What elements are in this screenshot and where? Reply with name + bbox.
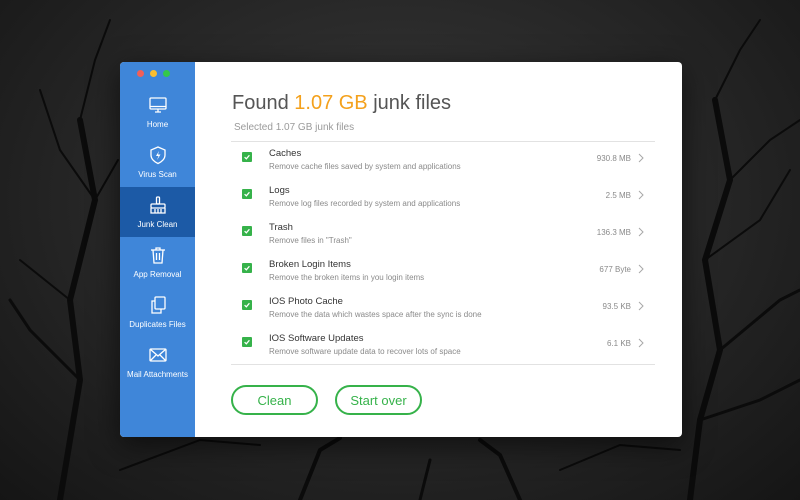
chevron-right-icon[interactable] xyxy=(637,189,645,201)
item-name: Trash xyxy=(269,222,293,233)
selected-summary: Selected 1.07 GB junk files xyxy=(234,122,355,133)
sidebar-item-app-removal[interactable]: App Removal xyxy=(120,237,195,287)
list-item[interactable]: Broken Login Items Remove the broken ite… xyxy=(231,253,655,290)
sidebar-item-duplicates-files[interactable]: Duplicates Files xyxy=(120,287,195,337)
item-name: IOS Photo Cache xyxy=(269,296,343,307)
chevron-right-icon[interactable] xyxy=(637,337,645,349)
close-window-button[interactable] xyxy=(137,70,144,77)
checkmark-icon xyxy=(244,191,250,197)
item-description: Remove the broken items in you login ite… xyxy=(269,273,425,282)
page-title: Found 1.07 GB junk files xyxy=(232,92,451,115)
item-size: 136.3 MB xyxy=(596,228,631,237)
sidebar-item-label: Junk Clean xyxy=(137,220,178,229)
item-name: Logs xyxy=(269,185,290,196)
sidebar-item-label: Virus Scan xyxy=(138,170,177,179)
sidebar-item-label: Home xyxy=(146,120,169,129)
item-size: 2.5 MB xyxy=(605,191,631,200)
shield-icon xyxy=(149,146,166,165)
sidebar-item-label: App Removal xyxy=(133,270,182,279)
checkmark-icon xyxy=(244,302,250,308)
sidebar-item-virus-scan[interactable]: Virus Scan xyxy=(120,137,195,187)
junk-list: Caches Remove cache files saved by syste… xyxy=(231,141,655,365)
title-prefix: Found xyxy=(232,92,295,114)
item-name: IOS Software Updates xyxy=(269,333,364,344)
sidebar-item-label: Mail Attachments xyxy=(127,370,188,379)
item-description: Remove cache files saved by system and a… xyxy=(269,162,461,171)
list-item[interactable]: IOS Photo Cache Remove the data which wa… xyxy=(231,290,655,327)
checkmark-icon xyxy=(244,339,250,345)
sidebar-item-mail-attachments[interactable]: Mail Attachments xyxy=(120,337,195,387)
junk-size-highlight: 1.07 GB xyxy=(294,92,368,114)
item-size: 93.5 KB xyxy=(602,302,631,311)
monitor-icon xyxy=(148,97,167,113)
checkmark-icon xyxy=(244,154,250,160)
item-description: Remove the data which wastes space after… xyxy=(269,310,482,319)
minimize-window-button[interactable] xyxy=(150,70,157,77)
sidebar-item-label: Duplicates Files xyxy=(129,320,186,329)
item-checkbox[interactable] xyxy=(242,189,252,199)
zoom-window-button[interactable] xyxy=(163,70,170,77)
list-item[interactable]: IOS Software Updates Remove software upd… xyxy=(231,327,655,364)
sidebar-item-home[interactable]: Home xyxy=(120,87,195,137)
item-checkbox[interactable] xyxy=(242,300,252,310)
item-description: Remove log files recorded by system and … xyxy=(269,199,461,208)
list-item[interactable]: Logs Remove log files recorded by system… xyxy=(231,179,655,216)
chevron-right-icon[interactable] xyxy=(637,300,645,312)
list-item[interactable]: Trash Remove files in "Trash" 136.3 MB xyxy=(231,216,655,253)
chevron-right-icon[interactable] xyxy=(637,152,645,164)
main-panel: Found 1.07 GB junk files Selected 1.07 G… xyxy=(195,62,682,437)
sidebar-item-junk-clean[interactable]: Junk Clean xyxy=(120,187,195,237)
broom-icon xyxy=(149,196,166,214)
chevron-right-icon[interactable] xyxy=(637,226,645,238)
item-size: 930.8 MB xyxy=(596,154,631,163)
item-size: 6.1 KB xyxy=(606,339,631,348)
app-window: Home Virus Scan Junk Clean App Removal D… xyxy=(120,62,682,437)
chevron-right-icon[interactable] xyxy=(637,263,645,275)
list-item[interactable]: Caches Remove cache files saved by syste… xyxy=(231,142,655,179)
item-size: 677 Byte xyxy=(599,265,631,274)
checkmark-icon xyxy=(244,228,250,234)
item-description: Remove files in "Trash" xyxy=(269,236,352,245)
duplicate-icon xyxy=(150,296,166,314)
clean-button[interactable]: Clean xyxy=(231,385,318,415)
start-over-button[interactable]: Start over xyxy=(335,385,422,415)
window-controls xyxy=(137,70,170,77)
item-checkbox[interactable] xyxy=(242,263,252,273)
item-checkbox[interactable] xyxy=(242,226,252,236)
item-description: Remove software update data to recover l… xyxy=(269,347,461,356)
item-checkbox[interactable] xyxy=(242,152,252,162)
mail-icon xyxy=(148,348,167,362)
title-suffix: junk files xyxy=(367,92,452,114)
sidebar: Home Virus Scan Junk Clean App Removal D… xyxy=(120,62,195,437)
sidebar-nav: Home Virus Scan Junk Clean App Removal D… xyxy=(120,87,195,387)
trash-icon xyxy=(150,247,165,264)
item-checkbox[interactable] xyxy=(242,337,252,347)
item-name: Broken Login Items xyxy=(269,259,351,270)
item-name: Caches xyxy=(269,148,302,159)
checkmark-icon xyxy=(244,265,250,271)
